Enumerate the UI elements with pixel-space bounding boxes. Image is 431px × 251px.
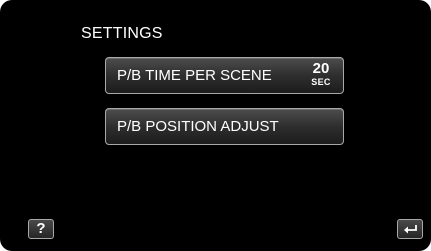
page-title: SETTINGS (81, 25, 163, 42)
pb-position-adjust-label: P/B POSITION ADJUST (117, 118, 279, 135)
pb-time-per-scene-value: 20 SEC (307, 61, 335, 88)
pb-time-per-scene-label: P/B TIME PER SCENE (117, 67, 272, 84)
time-unit: SEC (311, 77, 331, 87)
pb-time-per-scene-button[interactable]: P/B TIME PER SCENE 20 SEC (105, 57, 344, 94)
pb-position-adjust-button[interactable]: P/B POSITION ADJUST (105, 108, 344, 145)
time-value: 20 (312, 60, 330, 77)
question-icon: ? (36, 220, 46, 237)
back-button[interactable] (397, 219, 423, 239)
help-button[interactable]: ? (28, 219, 54, 239)
settings-screen: SETTINGS P/B TIME PER SCENE 20 SEC P/B P… (0, 0, 431, 251)
return-arrow-icon (404, 225, 417, 234)
